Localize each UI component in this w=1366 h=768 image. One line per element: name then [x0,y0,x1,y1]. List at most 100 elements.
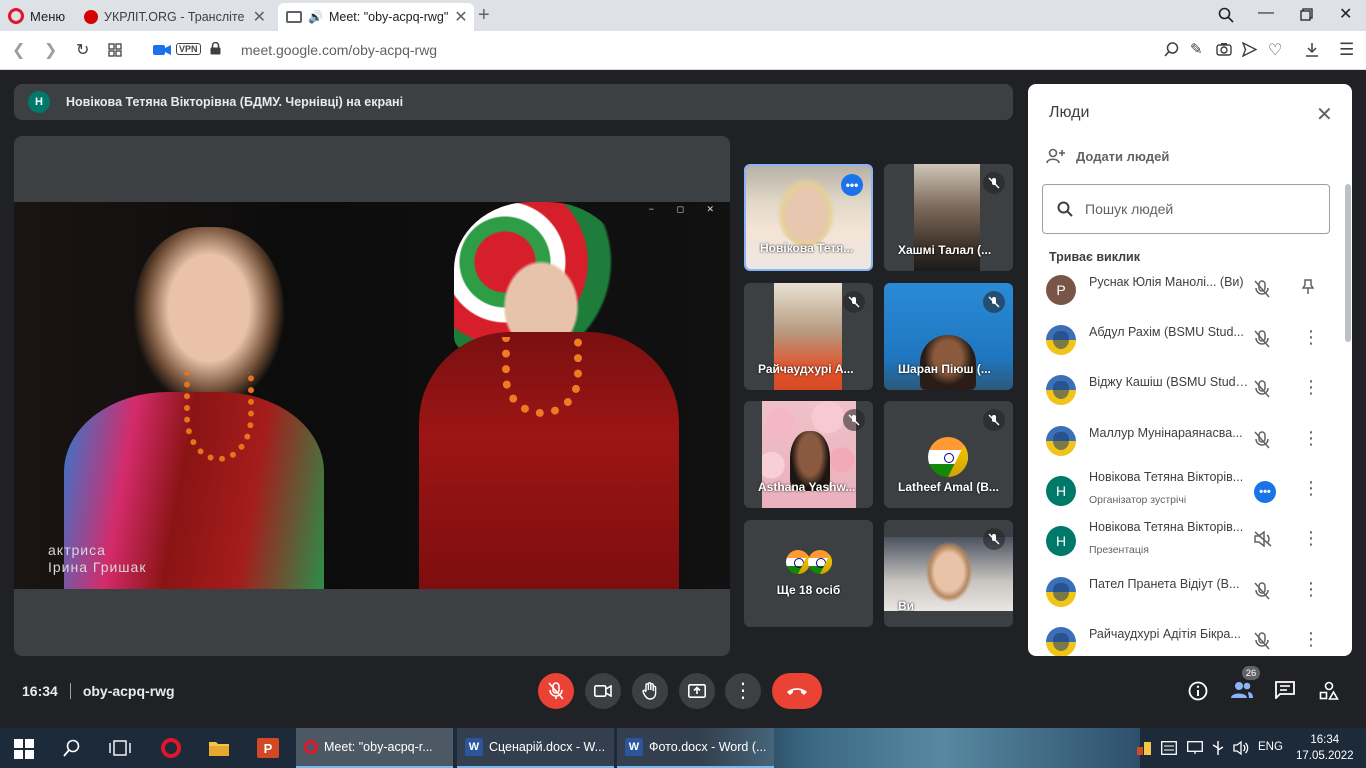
new-tab-icon[interactable]: + [478,4,490,27]
raise-hand-button[interactable] [632,673,668,709]
more-options-icon[interactable]: ••• [841,174,863,196]
taskbar-item-scenario-doc[interactable]: W Сценарій.docx - W... [457,728,614,768]
pin-icon[interactable] [1302,279,1314,295]
input-language[interactable]: ENG [1258,741,1283,753]
camera-in-use-icon[interactable] [153,44,171,56]
easy-setup-icon[interactable]: ☰ [1339,40,1354,60]
participant-row[interactable]: Пател Пранета Відіут (В... ⋮ [1028,567,1348,617]
participant-row[interactable]: Маллур Мунінараянасва... ⋮ [1028,416,1348,466]
people-scrollbar[interactable] [1345,184,1351,342]
participant-avatar-flag [786,550,810,574]
present-now-button[interactable] [679,673,715,709]
vpn-badge[interactable]: VPN [176,43,201,55]
tray-app-icon[interactable] [1136,740,1152,756]
more-options-icon[interactable]: ⋮ [1302,479,1320,497]
close-panel-icon[interactable]: ✕ [1316,102,1333,127]
more-participants-label: Ще 18 осіб [776,583,841,597]
participant-row[interactable]: Н Новікова Тетяна Вікторів... Організато… [1028,466,1348,516]
participant-avatar: Р [1046,275,1076,305]
send-icon[interactable] [1242,42,1257,57]
restore-icon[interactable] [1300,8,1313,21]
opera-menu-button[interactable]: Меню [8,6,65,26]
tab-title: УКРЛІТ.ORG - Транслітера [104,10,244,24]
lock-icon[interactable] [210,42,221,55]
minimize-icon[interactable]: — [1258,4,1274,22]
camera-toggle-button[interactable] [585,673,621,709]
more-options-icon[interactable]: ⋮ [1302,328,1320,346]
usb-icon[interactable] [1210,740,1226,756]
taskbar-item-meet[interactable]: Meet: "oby-acpq-r... [296,728,453,768]
muted-mic-icon [983,409,1005,431]
participant-tile[interactable]: Хашмі Талал (... [884,164,1013,271]
more-participants-tile[interactable]: Ще 18 осіб [744,520,873,627]
participant-row[interactable]: Р Руснак Юлія Манолі... (Ви) [1028,265,1348,315]
tab-meet[interactable]: 🔊 Meet: "oby-acpq-rwg" ✕ [278,3,474,31]
speed-dial-icon[interactable] [108,43,122,57]
heart-icon[interactable]: ♡ [1268,40,1282,60]
participant-tile[interactable]: Latheef Amal (B... [884,401,1013,508]
participant-row[interactable]: Н Новікова Тетяна Вікторів... Презентаці… [1028,516,1348,566]
participant-tile[interactable]: Asthana Yashw... [744,401,873,508]
powerpoint-icon[interactable]: P [257,738,279,758]
participant-row[interactable]: Райчаудхурі Адітія Бікра... ⋮ [1028,617,1348,656]
display-icon[interactable] [1187,741,1203,755]
meeting-details-icon[interactable] [1188,681,1208,701]
more-options-icon[interactable]: ⋮ [1302,529,1320,547]
close-tab-icon[interactable]: ✕ [253,7,266,27]
microphone-toggle-button[interactable] [538,673,574,709]
speaking-indicator-icon: ••• [1254,481,1276,503]
participant-row[interactable]: Віджу Кашіш (BSMU Stude... ⋮ [1028,365,1348,415]
url-field[interactable]: meet.google.com/oby-acpq-rwg [241,42,437,58]
svg-text:P: P [264,741,273,756]
section-label: Триває виклик [1049,250,1140,264]
keyboard-icon[interactable] [1161,741,1177,755]
participant-tile[interactable]: Райчаудхурі А... [744,283,873,390]
search-page-icon[interactable] [1164,42,1179,57]
presentation-audio-off-icon [1254,531,1272,547]
more-options-icon[interactable]: ⋮ [1302,580,1320,598]
participant-row[interactable]: Абдул Рахім (BSMU Stud... ⋮ [1028,315,1348,365]
task-view-icon[interactable] [109,740,131,756]
participant-name: Хашмі Талал (... [898,243,992,257]
tab-ukrlit[interactable]: УКРЛІТ.ORG - Транслітера ✕ [76,3,274,31]
reload-icon[interactable]: ↻ [76,40,89,60]
participant-name: Пател Пранета Відіут (В... [1089,577,1240,591]
more-options-button[interactable]: ⋮ [725,673,761,709]
more-options-icon[interactable]: ⋮ [1302,630,1320,648]
search-tabs-icon[interactable] [1218,7,1234,23]
taskbar-item-photo-doc[interactable]: W Фото.docx - Word (... [617,728,774,768]
windows-start-icon[interactable] [14,739,34,759]
chat-icon[interactable] [1275,681,1295,699]
close-tab-icon[interactable]: ✕ [454,7,467,27]
snapshot-edit-icon[interactable]: ✎ [1190,40,1203,58]
forward-icon[interactable]: ❯ [44,40,57,60]
more-options-icon[interactable]: ⋮ [1302,378,1320,396]
mic-off-icon [548,682,564,700]
search-people-field[interactable] [1042,184,1330,234]
people-icon[interactable] [1230,681,1254,699]
participant-tile[interactable]: ••• Новікова Тетя... [744,164,873,271]
download-icon[interactable] [1305,42,1319,57]
search-icon[interactable] [63,739,81,757]
more-options-icon[interactable]: ⋮ [1302,429,1320,447]
close-window-icon[interactable]: ✕ [1339,4,1352,24]
participant-tile[interactable]: Шаран Піюш (... [884,283,1013,390]
presenting-banner: Н Новікова Тетяна Вікторівна (БДМУ. Черн… [14,84,1013,120]
file-explorer-icon[interactable] [208,739,230,757]
participant-avatar-flag [928,437,968,477]
camera-snapshot-icon[interactable] [1216,42,1232,56]
self-view-tile[interactable]: Ви [884,520,1013,627]
vertical-dots-icon: ⋮ [733,680,753,702]
add-people-button[interactable]: Додати людей [1046,148,1169,164]
audio-playing-icon[interactable]: 🔊 [308,10,323,24]
search-icon [1057,201,1073,217]
back-icon[interactable]: ❮ [12,40,25,60]
meeting-details: 16:34 oby-acpq-rwg [22,683,175,699]
system-clock[interactable]: 16:34 17.05.2022 [1296,732,1354,764]
leave-call-button[interactable] [772,673,822,709]
volume-icon[interactable] [1233,740,1249,756]
activities-icon[interactable] [1319,681,1339,701]
search-people-input[interactable] [1085,201,1305,217]
main-presentation-stage[interactable]: − ◻ ✕ актриса Ірина Гришак [14,136,730,656]
opera-taskbar-icon[interactable] [161,738,181,758]
